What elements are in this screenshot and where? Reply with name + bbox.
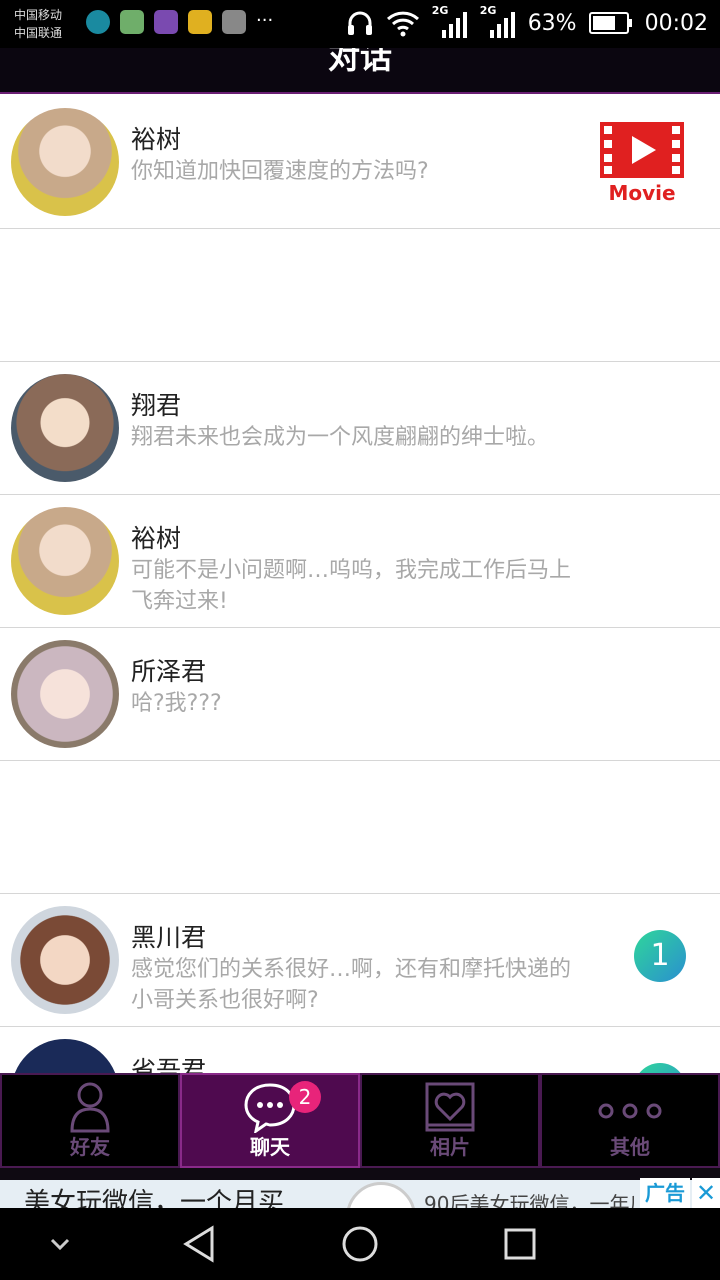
contact-name: 黑川君 — [131, 923, 207, 952]
chat-row[interactable]: 裕树 你知道加快回覆速度的方法吗? Movie — [0, 96, 720, 229]
tab-other[interactable]: 其他 — [540, 1073, 720, 1168]
ad-banner[interactable]: 美女玩微信，一个月买 90后美女玩微信，一年后 广告 ✕ — [0, 1168, 720, 1208]
ad-image — [346, 1182, 416, 1208]
unread-badge — [634, 1063, 686, 1073]
tab-label: 其他 — [610, 1135, 650, 1159]
system-nav-bar — [0, 1208, 720, 1280]
last-message: 翔君未来也会成为一个风度翩翩的绅士啦。 — [131, 425, 550, 450]
app-header: 对话 — [0, 48, 720, 94]
chat-row[interactable]: 省吾君 — [0, 1027, 720, 1073]
more-dots-icon — [598, 1103, 662, 1119]
film-play-icon — [600, 122, 684, 178]
contact-name: 裕树 — [131, 524, 182, 553]
avatar — [11, 906, 119, 1014]
moon-app-icon — [86, 10, 110, 34]
tab-photos[interactable]: 相片 — [360, 1073, 540, 1168]
signal-bars-icon — [441, 12, 467, 38]
tab-label: 相片 — [430, 1135, 470, 1159]
home-icon[interactable] — [336, 1220, 384, 1268]
back-icon[interactable] — [176, 1220, 224, 1268]
game-app-icon — [120, 10, 144, 34]
tab-label: 好友 — [70, 1135, 110, 1159]
gallery-app-icon — [154, 10, 178, 34]
contact-name: 裕树 — [131, 125, 182, 154]
person-icon — [70, 1082, 110, 1133]
last-message: 你知道加快回覆速度的方法吗? — [131, 159, 429, 184]
tab-chat[interactable]: 2 聊天 — [180, 1073, 360, 1168]
battery-icon — [588, 12, 632, 34]
bottom-tab-bar: 好友 2 聊天 相片 其他 — [0, 1073, 720, 1168]
battery-percent: 63% — [527, 10, 577, 36]
page-title: 对话 — [327, 48, 392, 76]
contact-name: 所泽君 — [131, 657, 207, 686]
chat-bubble-icon — [244, 1083, 296, 1133]
chat-row[interactable]: 所泽君 哈?我??? — [0, 628, 720, 761]
last-message: 可能不是小问题啊…呜呜，我完成工作后马上飞奔过来! — [131, 558, 572, 614]
carrier-info: 中国移动 中国联通 — [14, 6, 62, 42]
clock: 00:02 — [644, 10, 708, 36]
chat-row[interactable]: 翔君 翔君未来也会成为一个风度翩翩的绅士啦。 — [0, 362, 720, 495]
chat-row[interactable]: 裕树 可能不是小问题啊…呜呜，我完成工作后马上飞奔过来! — [0, 495, 720, 628]
carrier-2: 中国联通 — [14, 26, 63, 40]
ad-headline: 美女玩微信，一个月买 — [24, 1188, 285, 1208]
wifi-icon — [386, 11, 419, 37]
contact-name: 翔君 — [131, 391, 182, 420]
avatar — [11, 640, 119, 748]
headphones-icon — [347, 11, 372, 35]
carrier-1: 中国移动 — [14, 8, 63, 22]
signal-2: 2G — [480, 4, 516, 38]
tab-friends[interactable]: 好友 — [0, 1073, 180, 1168]
unread-badge: 1 — [634, 930, 686, 982]
more-notifications-icon: ··· — [256, 10, 274, 31]
recents-icon[interactable] — [496, 1220, 544, 1268]
system-indicators: 2G 2G 63% 00:02 — [346, 4, 708, 38]
movie-label: Movie — [608, 181, 676, 205]
chevron-down-icon[interactable] — [36, 1220, 84, 1268]
notification-icons: ··· — [86, 10, 273, 34]
signal-1: 2G — [432, 4, 468, 38]
contact-name: 省吾君 — [131, 1056, 207, 1073]
last-message: 哈?我??? — [131, 691, 222, 716]
chat-row[interactable]: 黑川君 感觉您们的关系很好…啊，还有和摩托快递的小哥关系也很好啊? 1 — [0, 894, 720, 1027]
status-bar: 中国移动 中国联通 ··· 2G 2G 63% 00:02 — [0, 0, 720, 48]
avatar — [11, 1039, 119, 1073]
tab-label: 聊天 — [250, 1135, 290, 1159]
chat-count-badge: 2 — [289, 1081, 321, 1113]
avatar — [11, 108, 119, 216]
avatar — [11, 374, 119, 482]
star-app-icon — [188, 10, 212, 34]
movie-button[interactable]: Movie — [600, 122, 684, 205]
empty-row — [0, 229, 720, 362]
last-message: 感觉您们的关系很好…啊，还有和摩托快递的小哥关系也很好啊? — [131, 957, 572, 1013]
ad-label: 广告 — [640, 1178, 690, 1208]
ad-content[interactable]: 美女玩微信，一个月买 90后美女玩微信，一年后 广告 ✕ — [0, 1178, 720, 1208]
avatar — [11, 507, 119, 615]
ad-subtext: 90后美女玩微信，一年后 — [424, 1192, 634, 1208]
chat-list[interactable]: 裕树 你知道加快回覆速度的方法吗? Movie 翔君 翔君未来也会成为一个风度翩… — [0, 96, 720, 1073]
keyboard-app-icon — [222, 10, 246, 34]
empty-row — [0, 761, 720, 894]
signal-bars-icon — [489, 12, 515, 38]
ad-close-button[interactable]: ✕ — [692, 1178, 720, 1208]
heart-photo-icon — [425, 1082, 475, 1132]
